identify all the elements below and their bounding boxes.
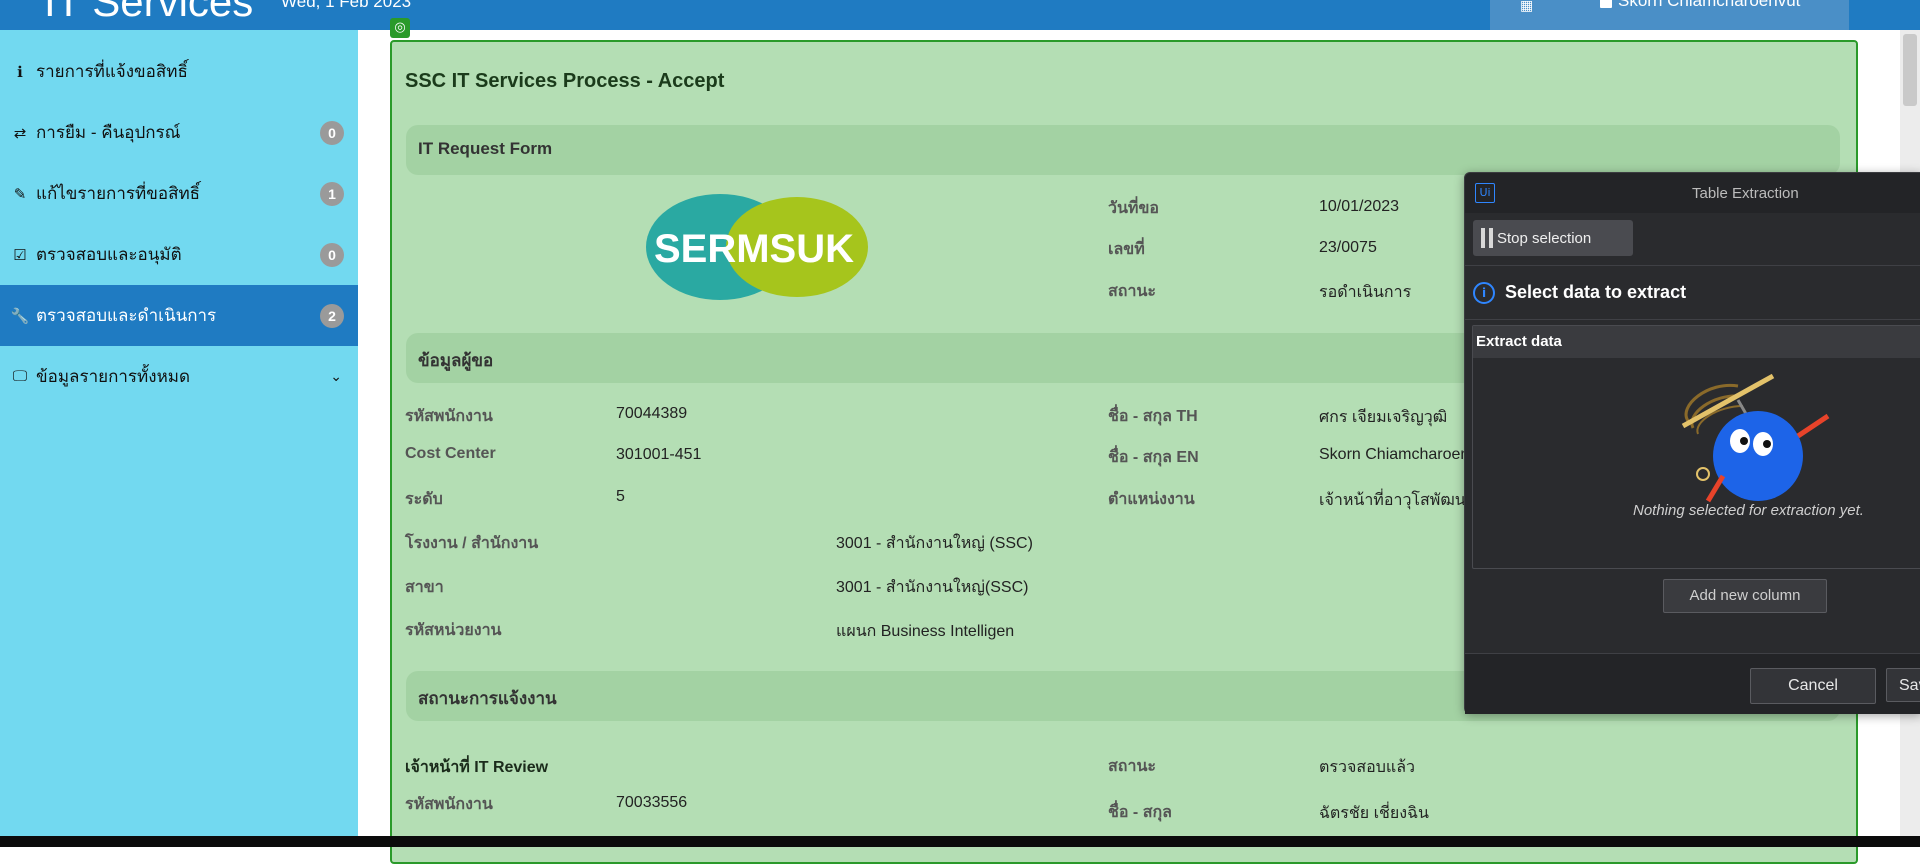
count-badge: 0 (320, 243, 344, 267)
review-emp-id-label: รหัสพนักงาน (405, 796, 493, 813)
stop-selection-label: Stop selection (1497, 230, 1592, 247)
cost-center-value: 301001-451 (616, 446, 702, 463)
cost-center-label: Cost Center (405, 445, 496, 462)
sidebar-item-label: ตรวจสอบและอนุมัติ (36, 245, 182, 264)
add-new-column-button[interactable]: Add new column (1663, 579, 1827, 613)
unit-value: แผนก Business Intelligen (836, 623, 1015, 640)
dialog-title: Table Extraction (1692, 185, 1799, 202)
info-icon: i (1473, 282, 1495, 304)
app-title: IT Services (44, 0, 254, 25)
name-en-value: Skorn Chiamcharoen (1319, 446, 1470, 463)
emp-id-value: 70044389 (616, 405, 688, 422)
target-icon: ◎ (390, 18, 410, 38)
count-badge: 1 (320, 182, 344, 206)
count-badge: 0 (320, 121, 344, 145)
wrench-icon: 🔧 (10, 307, 30, 325)
dialog-footer: Cancel Save (1465, 653, 1920, 714)
grid-icon[interactable]: ▦ (1520, 0, 1534, 14)
user-name: Skorn Chiamcharoenvut (1618, 0, 1801, 10)
pencil-icon: ✎ (13, 185, 27, 203)
dialog-heading: Select data to extract (1505, 282, 1687, 302)
pause-icon (1481, 228, 1493, 248)
position-value: เจ้าหน้าที่อาวุโสพัฒนา (1319, 492, 1475, 509)
review-status-value: ตรวจสอบแล้ว (1319, 759, 1415, 776)
review-name-value: ฉัตรชัย เชี่ยงฉิน (1319, 805, 1429, 822)
checkbox-icon: ☑ (13, 246, 27, 264)
save-button[interactable]: Save (1886, 668, 1920, 702)
name-th-value: ศกร เจียมเจริญวุฒิ (1319, 409, 1448, 426)
divider (1465, 265, 1920, 266)
sidebar-item-label: ข้อมูลรายการทั้งหมด (36, 367, 191, 386)
unit-label: รหัสหน่วยงาน (405, 622, 502, 639)
extract-data-header: Extract data (1473, 326, 1920, 358)
section-title: สถานะการแจ้งงาน (418, 689, 557, 708)
sidebar-item-all-records[interactable]: 🖵 ข้อมูลรายการทั้งหมด ⌄ (0, 346, 358, 407)
chevron-down-icon[interactable]: ⌄ (330, 368, 342, 385)
monitor-icon: 🖵 (12, 368, 28, 385)
section-title: IT Request Form (418, 139, 553, 158)
extract-data-panel: Extract data Nothing selected for extrac… (1472, 325, 1920, 569)
section-title: ข้อมูลผู้ขอ (418, 351, 494, 370)
review-emp-id-value: 70033556 (616, 794, 688, 811)
request-date-value: 10/01/2023 (1319, 198, 1400, 215)
sidebar: ℹ รายการที่แจ้งขอสิทธิ์ ⇄ การยืม - คืนอุ… (0, 30, 358, 836)
info-icon: ℹ (17, 63, 23, 81)
branch-value: 3001 - สำนักงานใหญ่(SSC) (836, 579, 1029, 596)
dialog-titlebar[interactable]: Ui Table Extraction (1465, 173, 1920, 213)
request-status-value: รอดำเนินการ (1319, 284, 1412, 301)
review-name-label: ชื่อ - สกุล (1108, 804, 1172, 821)
scroll-thumb[interactable] (1903, 34, 1917, 106)
branch-label: สาขา (405, 579, 444, 596)
top-bar: IT Services Wed, 1 Feb 2023 ▦ Skorn Chia… (0, 0, 1920, 30)
level-value: 5 (616, 488, 625, 505)
table-extraction-dialog: Ui Table Extraction Stop selection i Sel… (1464, 172, 1920, 714)
sidebar-item-label: รายการที่แจ้งขอสิทธิ์ (36, 62, 188, 81)
stop-selection-button[interactable]: Stop selection (1473, 220, 1633, 256)
uipath-logo-icon: Ui (1475, 183, 1495, 203)
sidebar-item-review-process[interactable]: 🔧 ตรวจสอบและดำเนินการ 2 (0, 285, 358, 346)
retweet-icon: ⇄ (13, 124, 27, 142)
robot-mascot-illustration (1681, 373, 1830, 503)
name-en-label: ชื่อ - สกุล EN (1108, 449, 1199, 466)
sidebar-item-label: แก้ไขรายการที่ขอสิทธิ์ (36, 184, 201, 203)
page-title: SSC IT Services Process - Accept (405, 70, 725, 92)
plant-label: โรงงาน / สำนักงาน (405, 535, 539, 552)
sidebar-item-borrow-return[interactable]: ⇄ การยืม - คืนอุปกรณ์ 0 (0, 102, 358, 163)
request-date-label: วันที่ขอ (1108, 200, 1160, 217)
sidebar-item-requests[interactable]: ℹ รายการที่แจ้งขอสิทธิ์ (0, 41, 358, 102)
name-th-label: ชื่อ - สกุล TH (1108, 408, 1198, 425)
section-it-request-form: IT Request Form (406, 125, 1840, 175)
header-date: Wed, 1 Feb 2023 (281, 0, 412, 11)
empty-state-text: Nothing selected for extraction yet. (1633, 502, 1864, 519)
plant-value: 3001 - สำนักงานใหญ่ (SSC) (836, 535, 1033, 552)
level-label: ระดับ (405, 491, 443, 508)
sidebar-item-edit-requests[interactable]: ✎ แก้ไขรายการที่ขอสิทธิ์ 1 (0, 163, 358, 224)
sidebar-item-label: การยืม - คืนอุปกรณ์ (36, 123, 181, 142)
request-no-value: 23/0075 (1319, 239, 1377, 256)
review-status-label: สถานะ (1108, 758, 1156, 775)
request-status-label: สถานะ (1108, 283, 1156, 300)
user-icon (1600, 0, 1612, 8)
sermsuk-logo: SERMSUK (646, 194, 868, 300)
position-label: ตำแหน่งงาน (1108, 491, 1195, 508)
count-badge: 2 (320, 304, 344, 328)
logo-text: SERMSUK (654, 227, 854, 271)
sidebar-item-label: ตรวจสอบและดำเนินการ (36, 306, 217, 325)
emp-id-label: รหัสพนักงาน (405, 408, 493, 425)
sidebar-item-review-approve[interactable]: ☑ ตรวจสอบและอนุมัติ 0 (0, 224, 358, 285)
divider (1465, 319, 1920, 320)
review-title: เจ้าหน้าที่ IT Review (405, 759, 549, 776)
cancel-button[interactable]: Cancel (1750, 668, 1876, 704)
user-menu[interactable]: ▦ Skorn Chiamcharoenvut (1490, 0, 1849, 30)
bottom-bar (0, 836, 1920, 847)
request-no-label: เลขที่ (1108, 241, 1145, 258)
